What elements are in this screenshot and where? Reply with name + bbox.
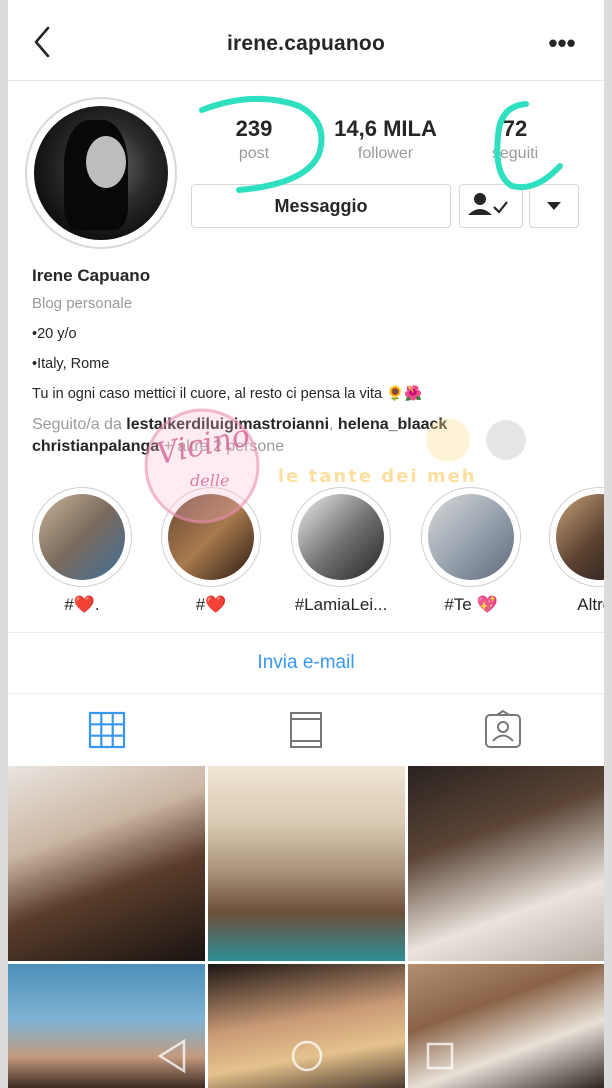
tagged-icon[interactable]: [483, 709, 523, 750]
following-count: 72: [502, 116, 528, 141]
svg-text:le tante dei meh: le tante dei meh: [278, 466, 477, 487]
nav-home-icon[interactable]: [289, 1038, 325, 1074]
dropdown-button[interactable]: [529, 184, 579, 228]
highlight-item[interactable]: #❤️: [160, 487, 262, 615]
followed-user-3[interactable]: christianpalanga: [32, 438, 159, 455]
bio-line-age: •20 y/o: [32, 326, 77, 342]
story-highlights: #❤️. #❤️ #LamiaLei... #Te 💖 Altrov: [8, 487, 604, 617]
highlight-caption: #LamiaLei...: [294, 595, 388, 614]
followers-stat[interactable]: 14,6 MILA follower: [313, 116, 458, 163]
posts-count: 239: [235, 116, 273, 141]
highlight-caption: #❤️: [195, 595, 227, 614]
profile-name: Irene Capuano: [32, 266, 151, 285]
top-bar: irene.capuanoo •••: [8, 0, 604, 81]
profile-category: Blog personale: [32, 295, 133, 312]
grid-photo[interactable]: [8, 766, 205, 961]
grid-photo[interactable]: [208, 766, 405, 961]
highlight-item[interactable]: #LamiaLei...: [290, 487, 392, 615]
feed-icon[interactable]: [286, 710, 326, 750]
following-stat[interactable]: 72 seguiti: [470, 116, 560, 163]
caret-down-icon: [547, 202, 561, 210]
profile-screen: irene.capuanoo ••• 239 post 14,6 MILA fo…: [8, 0, 604, 1088]
more-icon[interactable]: •••: [542, 28, 582, 58]
followed-user-1[interactable]: lestalkerdiluigimastroianni: [126, 416, 329, 433]
following-button[interactable]: [459, 184, 523, 228]
person-check-icon: [468, 193, 508, 215]
highlight-caption: Altrov: [577, 595, 604, 614]
highlight-item[interactable]: #❤️.: [31, 487, 133, 615]
profile-tabs: [8, 694, 604, 764]
posts-stat[interactable]: 239 post: [204, 116, 304, 163]
grid-photo[interactable]: [408, 766, 604, 961]
bio-section: Irene Capuano Blog personale •20 y/o •It…: [32, 266, 592, 458]
avatar[interactable]: [25, 97, 177, 249]
followed-by-suffix: + altre 2 persone: [159, 438, 285, 455]
posts-label: post: [238, 145, 270, 162]
bio-line-quote: Tu in ogni caso mettici il cuore, al res…: [32, 386, 423, 402]
nav-recents-icon[interactable]: [425, 1041, 455, 1071]
followed-user-2[interactable]: helena_blaack: [338, 416, 447, 433]
profile-username: irene.capuanoo: [226, 32, 385, 55]
send-email-button[interactable]: Invia e-mail: [8, 632, 604, 694]
highlight-caption: #Te 💖: [444, 595, 498, 614]
followed-by[interactable]: Seguito/a da lestalkerdiluigimastroianni…: [32, 414, 592, 458]
bio-line-location: •Italy, Rome: [32, 356, 110, 372]
avatar-photo: [34, 106, 168, 240]
highlight-caption: #❤️.: [64, 595, 100, 614]
following-label: seguiti: [491, 145, 539, 162]
highlight-item[interactable]: #Te 💖: [420, 487, 522, 615]
highlight-item[interactable]: Altrov: [548, 487, 604, 615]
nav-back-icon[interactable]: [156, 1038, 188, 1074]
followed-by-prefix: Seguito/a da: [32, 416, 127, 433]
grid-icon[interactable]: [87, 710, 127, 750]
photo-grid: [8, 766, 604, 1088]
followers-label: follower: [357, 145, 414, 162]
message-button[interactable]: Messaggio: [191, 184, 451, 228]
followers-count: 14,6 MILA: [334, 116, 437, 141]
